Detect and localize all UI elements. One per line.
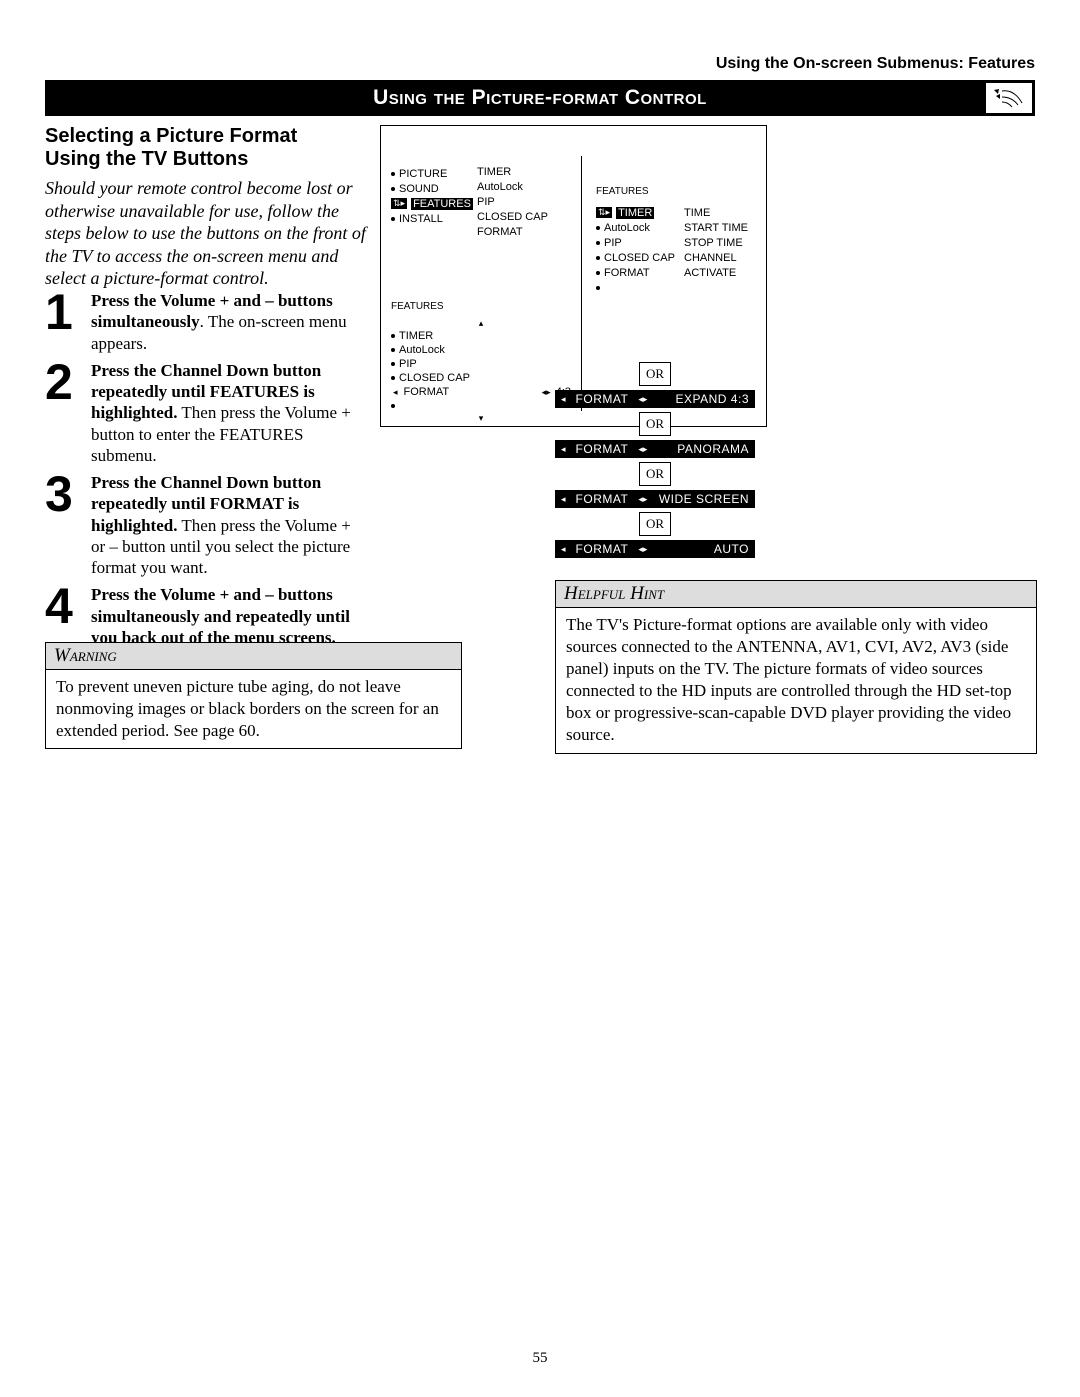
subtitle-line-2: Using the TV Buttons: [45, 148, 395, 171]
osd-featsub-item: [596, 280, 756, 295]
running-head: Using the On-screen Submenus: Features: [716, 55, 1035, 73]
hint-box: Helpful Hint The TV's Picture-format opt…: [555, 580, 1037, 754]
format-value: WIDE SCREEN: [659, 492, 749, 506]
left-arrow-icon: ◂: [561, 444, 566, 455]
format-option-row: ◂ FORMAT ◂▸ PANORAMA: [555, 440, 755, 458]
arrows-icon: ◂▸: [638, 444, 647, 455]
osd-featsub-header: FEATURES: [596, 186, 756, 197]
or-chip: OR: [639, 362, 671, 386]
step-number: 3: [45, 472, 79, 578]
osd-feature-item: CLOSED CAP: [391, 371, 571, 385]
osd-feature-item: [391, 399, 571, 413]
format-label: FORMAT: [576, 542, 629, 556]
step-text: Press the Channel Down button repeatedly…: [91, 360, 365, 466]
step-text: Press the Volume + and – buttons simulta…: [91, 584, 365, 648]
arrows-icon: ◂▸: [638, 544, 647, 555]
remote-icon: [986, 83, 1032, 113]
format-option-row: ◂ FORMAT ◂▸ AUTO: [555, 540, 755, 558]
format-label: FORMAT: [576, 392, 629, 406]
step-number: 2: [45, 360, 79, 466]
osd-feature-item: AutoLock: [391, 343, 571, 357]
osd-col2-item: FORMAT: [477, 226, 557, 241]
step-2: 2 Press the Channel Down button repeated…: [45, 360, 365, 466]
osd-feature-item: PIP: [391, 357, 571, 371]
osd-col2-item: PIP: [477, 196, 557, 211]
left-arrow-icon: ◂: [561, 544, 566, 555]
intro-paragraph: Should your remote control become lost o…: [45, 177, 375, 290]
format-option-stack: OR ◂ FORMAT ◂▸ EXPAND 4:3 OR ◂ FORMAT ◂▸…: [555, 358, 755, 558]
warning-head: Warning: [46, 643, 461, 670]
warning-body: To prevent uneven picture tube aging, do…: [46, 670, 461, 748]
step-number: 1: [45, 290, 79, 354]
step-4: 4 Press the Volume + and – buttons simul…: [45, 584, 365, 648]
osd-col2-item: AutoLock: [477, 181, 557, 196]
osd-main-item-selected: ⇅▸FEATURES: [391, 196, 476, 211]
step-number: 4: [45, 584, 79, 648]
format-label: FORMAT: [576, 492, 629, 506]
warning-box: Warning To prevent uneven picture tube a…: [45, 642, 462, 749]
format-option-row: ◂ FORMAT ◂▸ WIDE SCREEN: [555, 490, 755, 508]
format-value: EXPAND 4:3: [676, 392, 749, 406]
osd-col2-item: TIMER: [477, 166, 557, 181]
osd-main-item: PICTURE: [391, 166, 476, 181]
numbered-steps: 1 Press the Volume + and – buttons simul…: [45, 284, 365, 648]
format-option-row: ◂ FORMAT ◂▸ EXPAND 4:3: [555, 390, 755, 408]
left-arrow-icon: ◂: [561, 394, 566, 405]
page-number: 55: [0, 1350, 1080, 1367]
step-text: Press the Channel Down button repeatedly…: [91, 472, 365, 578]
left-arrow-icon: ◂: [561, 494, 566, 505]
format-label: FORMAT: [576, 442, 629, 456]
osd-main-item: SOUND: [391, 181, 476, 196]
hint-head: Helpful Hint: [556, 581, 1036, 608]
osd-feature-item: TIMER: [391, 329, 571, 343]
format-value: PANORAMA: [677, 442, 749, 456]
osd-features-header: FEATURES: [391, 301, 571, 312]
or-chip: OR: [639, 412, 671, 436]
osd-main-col2: TIMER AutoLock PIP CLOSED CAP FORMAT: [477, 166, 557, 241]
arrows-icon: ◂▸: [638, 494, 647, 505]
section-title-bar: Using the Picture-format Control: [45, 80, 1035, 116]
or-chip: OR: [639, 512, 671, 536]
osd-feature-item-selected: ◂FORMAT◂▸ 4:3: [391, 385, 571, 399]
osd-featsub-col2: TIME START TIME STOP TIME CHANNEL ACTIVA…: [684, 205, 748, 280]
arrows-icon: ◂▸: [638, 394, 647, 405]
step-1: 1 Press the Volume + and – buttons simul…: [45, 290, 365, 354]
or-chip: OR: [639, 462, 671, 486]
osd-col2-item: CLOSED CAP: [477, 211, 557, 226]
subtitle-line-1: Selecting a Picture Format: [45, 125, 395, 148]
osd-main-menu: PICTURE SOUND ⇅▸FEATURES INSTALL: [391, 166, 476, 226]
format-value: AUTO: [714, 542, 749, 556]
step-3: 3 Press the Channel Down button repeated…: [45, 472, 365, 578]
osd-main-item: INSTALL: [391, 211, 476, 226]
osd-features-submenu: FEATURES ⇅▸TIMER AutoLock PIP CLOSED CAP…: [596, 186, 756, 295]
subsection-heading: Selecting a Picture Format Using the TV …: [45, 125, 395, 171]
osd-features-menu: FEATURES ▴ TIMER AutoLock PIP CLOSED CAP…: [391, 301, 571, 424]
hint-body: The TV's Picture-format options are avai…: [556, 608, 1036, 753]
section-title: Using the Picture-format Control: [373, 86, 707, 110]
step-text: Press the Volume + and – buttons simulta…: [91, 290, 365, 354]
